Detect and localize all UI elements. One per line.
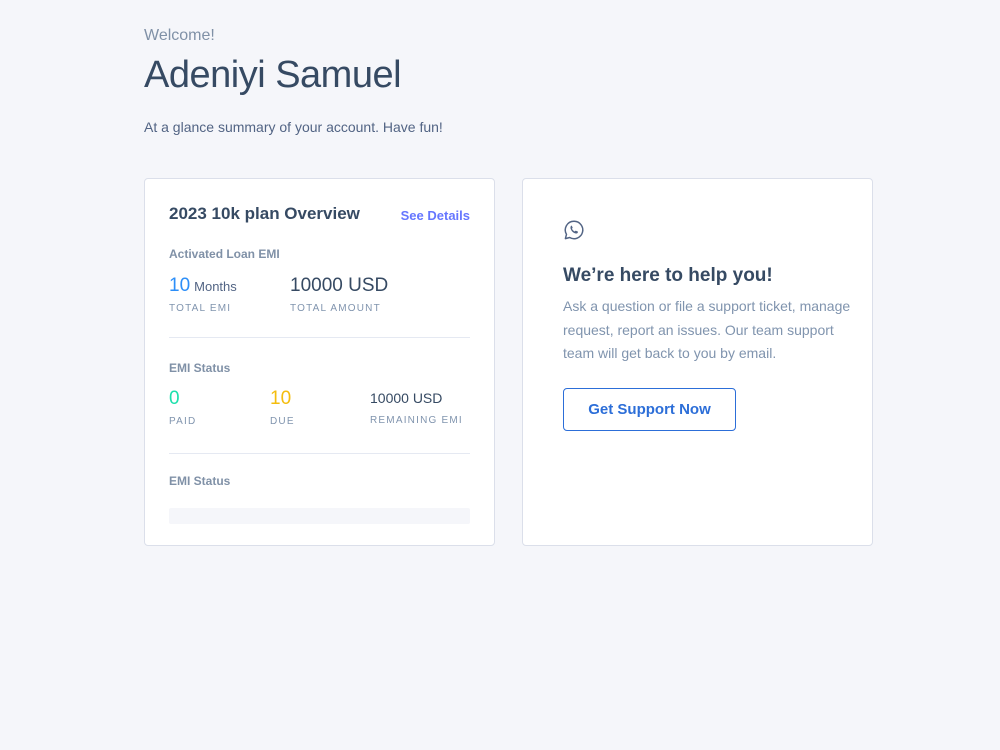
divider: [169, 337, 470, 338]
paid-label: PAID: [169, 416, 197, 427]
total-emi-stat: 10 Months TOTAL EMI: [169, 275, 237, 314]
see-details-link[interactable]: See Details: [401, 208, 470, 223]
paid-value: 0: [169, 388, 180, 409]
welcome-label: Welcome!: [144, 27, 215, 44]
total-amount-value: 10000 USD: [290, 275, 389, 296]
plan-title: 2023 10k plan Overview: [169, 204, 360, 223]
total-amount-stat: 10000 USD TOTAL AMOUNT: [290, 275, 388, 314]
whatsapp-icon: [564, 220, 584, 240]
emi-progress-bar: [169, 508, 470, 524]
total-emi-label: TOTAL EMI: [169, 303, 232, 314]
total-emi-value: 10: [169, 275, 191, 296]
plan-overview-card: 2023 10k plan Overview See Details Activ…: [144, 178, 495, 546]
user-name-heading: Adeniyi Samuel: [144, 54, 402, 96]
remaining-value: 10000 USD: [370, 390, 443, 406]
loan-section-label: Activated Loan EMI: [169, 247, 280, 261]
due-value: 10: [270, 388, 292, 409]
due-stat: 10 DUE: [270, 388, 295, 427]
support-card: We’re here to help you! Ask a question o…: [522, 178, 873, 546]
emi-progress-label: EMI Status: [169, 474, 231, 488]
dashboard-page: Welcome! Adeniyi Samuel At a glance summ…: [0, 0, 1000, 750]
divider: [169, 453, 470, 454]
paid-stat: 0 PAID: [169, 388, 196, 427]
remaining-stat: 10000 USD REMAINING EMI: [370, 390, 463, 426]
total-emi-value-row: 10 Months: [169, 275, 237, 297]
get-support-button[interactable]: Get Support Now: [563, 388, 736, 431]
total-emi-unit: Months: [194, 279, 237, 294]
remaining-label: REMAINING EMI: [370, 415, 463, 426]
emi-status-label: EMI Status: [169, 361, 231, 375]
total-amount-label: TOTAL AMOUNT: [290, 303, 381, 314]
due-label: DUE: [270, 416, 295, 427]
support-title: We’re here to help you!: [563, 265, 773, 286]
summary-text: At a glance summary of your account. Hav…: [144, 119, 443, 135]
support-description: Ask a question or file a support ticket,…: [563, 298, 851, 361]
